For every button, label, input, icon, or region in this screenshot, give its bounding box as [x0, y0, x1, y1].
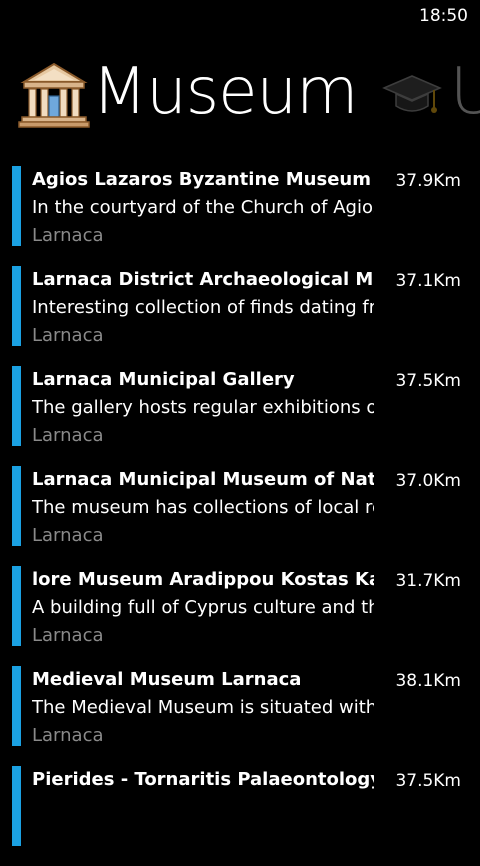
item-name: Medieval Museum Larnaca — [32, 669, 302, 690]
item-name: Larnaca Municipal Gallery — [32, 369, 295, 390]
item-name: lore Museum Aradippou Kostas Kaimaklioti… — [32, 569, 374, 590]
item-texts: Pierides - Tornaritis Palaeontology Muse… — [32, 766, 374, 794]
status-bar: 18:50 — [0, 0, 480, 32]
item-texts: lore Museum Aradippou Kostas Kaimaklioti… — [32, 566, 374, 650]
item-distance: 37.5Km — [395, 371, 461, 391]
list-item[interactable]: Larnaca District Archaeological Museum I… — [0, 266, 480, 366]
list-item[interactable]: lore Museum Aradippou Kostas Kaimaklioti… — [0, 566, 480, 666]
accent-bar — [12, 666, 21, 746]
item-distance: 37.9Km — [395, 171, 461, 191]
item-distance: 31.7Km — [395, 571, 461, 591]
accent-bar — [12, 566, 21, 646]
accent-bar — [12, 466, 21, 546]
item-texts: Larnaca Municipal Gallery The gallery ho… — [32, 366, 374, 450]
accent-bar — [12, 766, 21, 846]
item-city: Larnaca — [32, 325, 104, 346]
list-item[interactable]: Pierides - Tornaritis Palaeontology Muse… — [0, 766, 480, 866]
item-description: In the courtyard of the Church of Agios … — [32, 197, 374, 218]
item-distance: 38.1Km — [395, 671, 461, 691]
item-distance: 37.1Km — [395, 271, 461, 291]
item-description: A building full of Cyprus culture and th… — [32, 597, 374, 618]
item-city: Larnaca — [32, 625, 104, 646]
item-name: Larnaca District Archaeological Museum — [32, 269, 374, 290]
item-city: Larnaca — [32, 725, 104, 746]
list-item[interactable]: Agios Lazaros Byzantine Museum In the co… — [0, 166, 480, 266]
list-item[interactable]: Larnaca Municipal Museum of Natural Hist… — [0, 466, 480, 566]
item-description: Interesting collection of finds dating f… — [32, 297, 374, 318]
museum-list: Agios Lazaros Byzantine Museum In the co… — [0, 166, 480, 866]
pivot-title-museum: Museum — [92, 55, 358, 129]
item-name: Pierides - Tornaritis Palaeontology Muse… — [32, 769, 374, 790]
item-texts: Medieval Museum Larnaca The Medieval Mus… — [32, 666, 374, 750]
item-description: The gallery hosts regular exhibitions of — [32, 397, 374, 418]
item-texts: Larnaca Municipal Museum of Natural Hist… — [32, 466, 374, 550]
clock: 18:50 — [419, 6, 468, 26]
list-item[interactable]: Medieval Museum Larnaca The Medieval Mus… — [0, 666, 480, 766]
museum-building-icon — [18, 62, 90, 128]
graduation-cap-icon — [382, 75, 442, 113]
accent-bar — [12, 366, 21, 446]
accent-bar — [12, 166, 21, 246]
list-item[interactable]: Larnaca Municipal Gallery The gallery ho… — [0, 366, 480, 466]
item-description: The museum has collections of local rept… — [32, 497, 374, 518]
item-texts: Larnaca District Archaeological Museum I… — [32, 266, 374, 350]
item-city: Larnaca — [32, 225, 104, 246]
pivot-title-next: U — [450, 55, 480, 129]
item-name: Larnaca Municipal Museum of Natural Hist… — [32, 469, 374, 490]
item-city: Larnaca — [32, 425, 104, 446]
item-description: The Medieval Museum is situated within — [32, 697, 374, 718]
accent-bar — [12, 266, 21, 346]
item-name: Agios Lazaros Byzantine Museum — [32, 169, 371, 190]
item-texts: Agios Lazaros Byzantine Museum In the co… — [32, 166, 374, 250]
item-city: Larnaca — [32, 525, 104, 546]
pivot-header: Museum U — [0, 52, 480, 152]
item-distance: 37.5Km — [395, 771, 461, 791]
item-distance: 37.0Km — [395, 471, 461, 491]
